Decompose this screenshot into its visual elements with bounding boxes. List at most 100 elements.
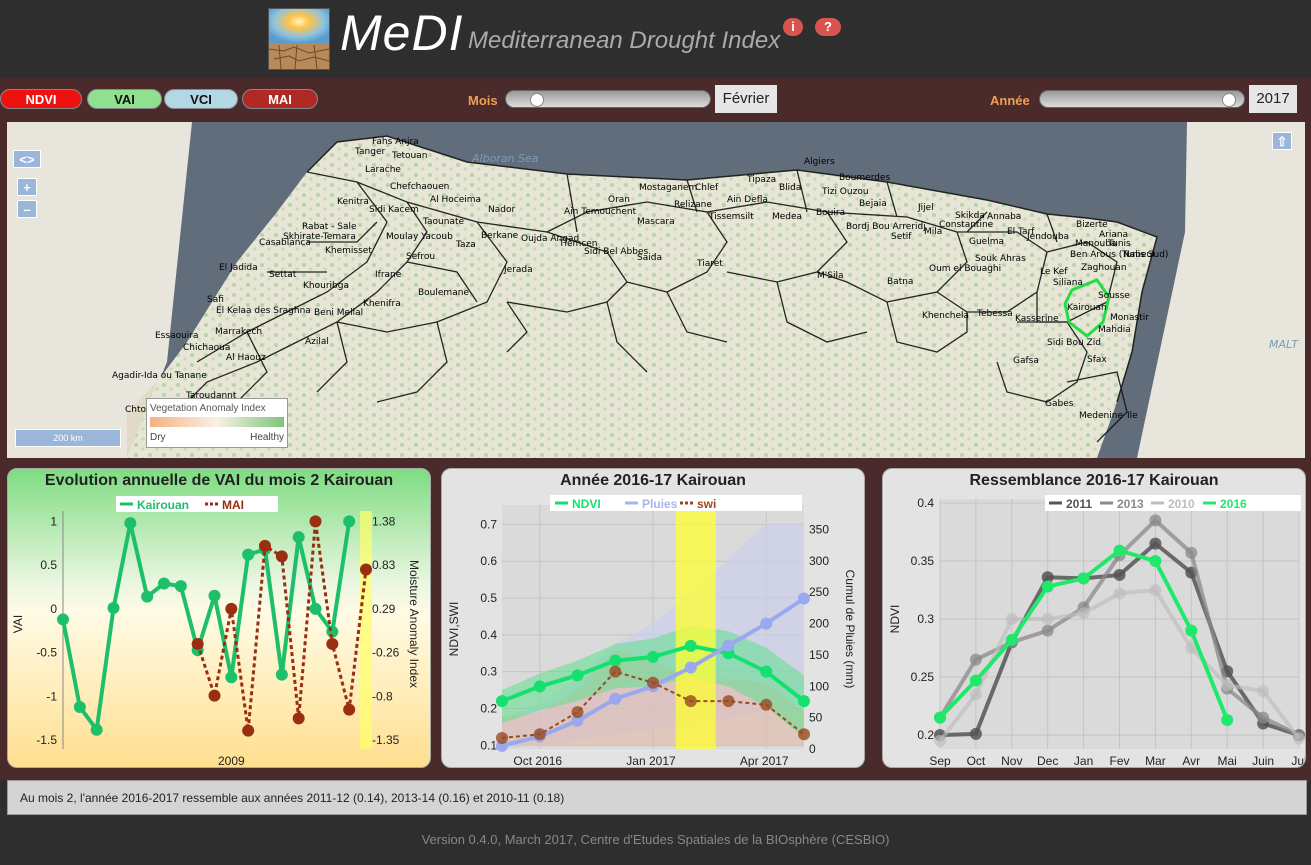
data-point[interactable] [225,602,238,615]
x-tick-label: Jan [1074,754,1093,768]
map-fullscreen-toggle[interactable]: <> [13,150,41,168]
data-point[interactable] [1221,679,1234,692]
data-point[interactable] [1041,624,1054,637]
data-point[interactable] [343,703,356,716]
map-label: Zaghouan [1081,263,1127,273]
data-point[interactable] [124,517,137,530]
data-point[interactable] [309,515,322,528]
data-point[interactable] [1257,684,1270,697]
data-point[interactable] [722,639,735,652]
info-button[interactable]: i [783,18,803,36]
data-point[interactable] [1113,587,1126,600]
index-button-vci[interactable]: VCI [164,89,238,109]
data-point[interactable] [684,695,697,708]
data-point[interactable] [1185,624,1198,637]
data-point[interactable] [275,668,288,681]
data-point[interactable] [1149,537,1162,550]
x-tick-label: Fev [1109,754,1129,768]
data-point[interactable] [684,661,697,674]
zoom-out-button[interactable]: – [17,200,37,218]
data-point[interactable] [798,695,810,708]
year-chart[interactable]: 0.7 0.6 0.5 0.4 0.3 0.2 0.1 350 300 250 200 150 100 5… [442,469,865,768]
data-point[interactable] [208,689,221,702]
data-point[interactable] [208,589,221,602]
data-point[interactable] [259,539,271,552]
data-point[interactable] [57,613,69,626]
data-point[interactable] [1113,568,1126,581]
data-point[interactable] [73,700,86,713]
data-point[interactable] [1041,613,1054,626]
index-button-vai[interactable]: VAI [87,89,162,109]
data-point[interactable] [242,548,255,561]
data-point[interactable] [292,712,305,725]
data-point[interactable] [684,639,697,652]
data-point[interactable] [969,688,982,701]
index-button-ndvi[interactable]: NDVI [0,89,82,109]
data-point[interactable] [609,654,622,667]
data-point[interactable] [225,671,238,684]
vai-chart[interactable]: 1 0.5 0 -0.5 -1 -1.5 1.38 0.83 0.29 -0.26 -0.8 -1.3… [8,469,431,768]
data-point[interactable] [647,650,659,663]
year-slider-handle[interactable] [1222,93,1237,107]
data-point[interactable] [533,680,546,693]
data-point[interactable] [1257,711,1270,724]
data-point[interactable] [1005,613,1018,626]
data-point[interactable] [934,711,946,724]
data-point[interactable] [1185,546,1198,559]
help-button[interactable]: ? [815,18,841,36]
data-point[interactable] [798,728,810,741]
month-slider[interactable] [505,90,711,108]
data-point[interactable] [90,723,103,736]
month-slider-handle[interactable] [530,93,545,107]
data-point[interactable] [360,563,372,576]
data-point[interactable] [141,590,154,603]
index-button-mai[interactable]: MAI [242,89,318,109]
y2-axis-label: Cumul de Pluies (mm) [843,570,857,689]
data-point[interactable] [1149,584,1162,597]
similarity-chart[interactable]: 0.4 0.35 0.3 0.25 0.2 Sep Oct Nov Dec Jan Fev Mar Av… [883,469,1306,768]
data-point[interactable] [107,602,120,615]
data-point[interactable] [174,580,187,593]
data-point[interactable] [191,637,204,650]
data-point[interactable] [1293,732,1305,745]
data-point[interactable] [1149,514,1162,527]
data-point[interactable] [533,728,546,741]
drought-map[interactable]: Fahs Anjra Tanger Tetouan Larache Chefchaoue… [7,122,1305,458]
data-point[interactable] [1077,572,1090,585]
data-point[interactable] [1077,607,1090,620]
data-point[interactable] [969,674,982,687]
data-point[interactable] [934,734,946,747]
year-slider[interactable] [1039,90,1245,108]
data-point[interactable] [609,692,622,705]
share-icon[interactable]: ⇧ [1272,132,1292,150]
data-point[interactable] [496,731,508,744]
y-tick-label: 0.4 [480,628,497,642]
data-point[interactable] [571,669,584,682]
zoom-in-button[interactable]: + [17,178,37,196]
data-point[interactable] [275,550,288,563]
data-point[interactable] [969,727,982,740]
map-label: Berkane [481,231,519,241]
data-point[interactable] [571,706,584,719]
data-point[interactable] [496,695,508,708]
data-point[interactable] [242,724,255,737]
data-point[interactable] [292,531,305,544]
data-point[interactable] [158,577,170,590]
data-point[interactable] [760,617,773,630]
data-point[interactable] [760,698,773,711]
map-label: Fahs Anjra [372,137,419,147]
data-point[interactable] [1221,713,1234,726]
data-point[interactable] [326,637,339,650]
data-point[interactable] [309,602,322,615]
data-point[interactable] [1113,544,1126,557]
data-point[interactable] [1149,555,1162,568]
data-point[interactable] [969,653,982,666]
data-point[interactable] [722,695,735,708]
data-point[interactable] [1041,580,1054,593]
data-point[interactable] [343,515,356,528]
data-point[interactable] [609,665,622,678]
data-point[interactable] [760,665,773,678]
data-point[interactable] [1005,633,1018,646]
data-point[interactable] [798,592,810,605]
data-point[interactable] [647,676,659,689]
